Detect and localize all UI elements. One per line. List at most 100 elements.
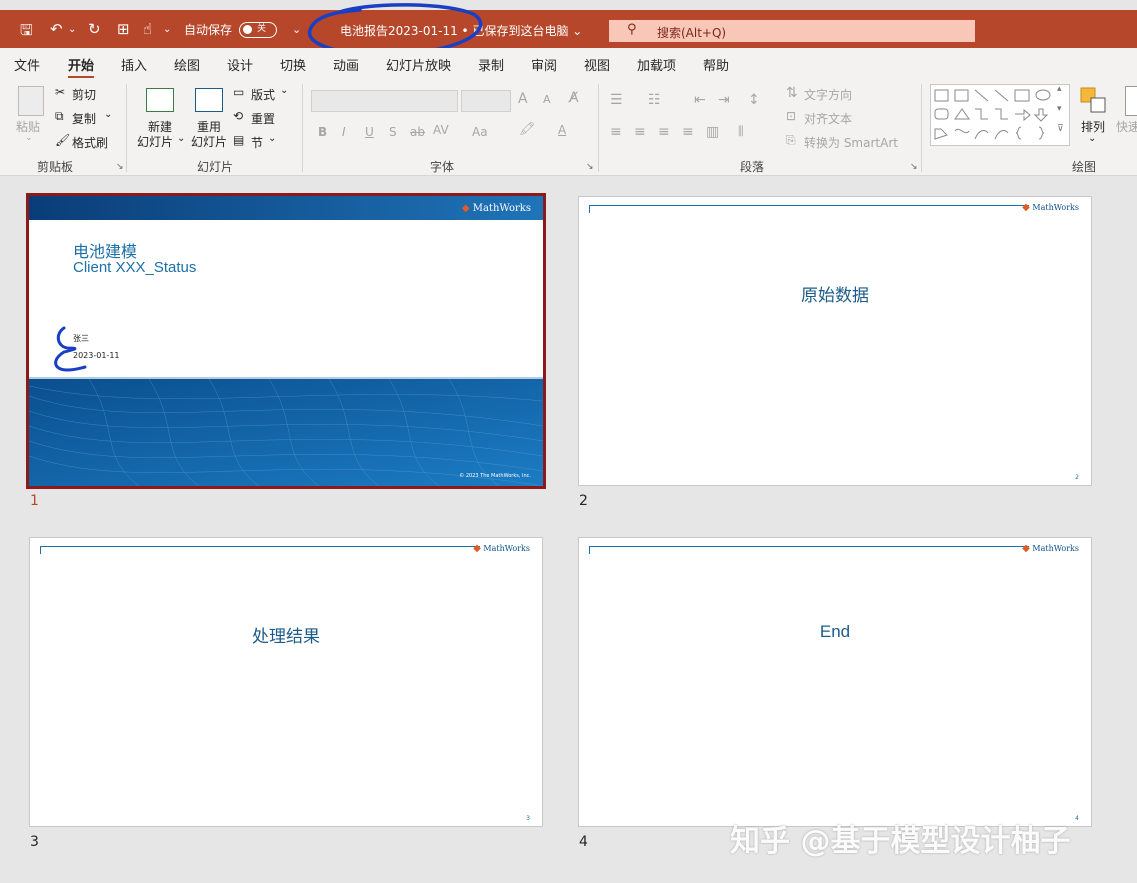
- format-painter-icon[interactable]: 🖌: [55, 133, 70, 147]
- paste-icon[interactable]: [18, 86, 44, 116]
- font-launcher-icon[interactable]: ↘: [586, 162, 594, 172]
- gallery-down-icon[interactable]: ▾: [1057, 104, 1062, 114]
- tab-slideshow[interactable]: 幻灯片放映: [386, 55, 451, 74]
- tab-record[interactable]: 录制: [478, 55, 504, 74]
- copy-button[interactable]: 复制: [72, 110, 96, 127]
- reset-icon[interactable]: ⟲: [233, 109, 243, 123]
- section-dropdown-icon[interactable]: ⌄: [268, 133, 276, 144]
- smartart-icon[interactable]: ⎘: [786, 133, 796, 148]
- highlight-icon[interactable]: 🖍: [519, 122, 536, 137]
- tab-help[interactable]: 帮助: [703, 55, 729, 74]
- layout-icon[interactable]: ▭: [233, 85, 244, 99]
- tab-review[interactable]: 审阅: [531, 55, 557, 74]
- align-text-icon[interactable]: ⊡: [786, 109, 796, 123]
- italic-button[interactable]: I: [342, 125, 346, 139]
- tab-animations[interactable]: 动画: [333, 55, 359, 74]
- justify-icon[interactable]: ≡: [682, 124, 694, 140]
- layout-button[interactable]: 版式: [251, 86, 275, 103]
- slide-thumbnail-4[interactable]: ◆ MathWorks End 4: [578, 537, 1092, 827]
- bold-button[interactable]: B: [318, 125, 327, 139]
- tab-draw[interactable]: 绘图: [174, 55, 200, 74]
- underline-button[interactable]: U: [365, 125, 374, 139]
- start-from-beginning-icon[interactable]: ⊞: [117, 20, 130, 38]
- search-box[interactable]: ⚲ 搜索(Alt+Q): [609, 20, 975, 42]
- reset-button[interactable]: 重置: [251, 110, 275, 127]
- cut-button[interactable]: 剪切: [72, 86, 96, 103]
- increase-indent-icon[interactable]: ⇥: [718, 92, 730, 108]
- decrease-indent-icon[interactable]: ⇤: [694, 92, 706, 108]
- bullets-icon[interactable]: ☰: [610, 92, 623, 108]
- section-button[interactable]: 节: [251, 134, 263, 151]
- slide-thumbnail-1[interactable]: ◆ MathWorks 电池建模 Client XXX_Status 张三 20…: [26, 193, 546, 489]
- shapes-gallery-icons: [934, 89, 1051, 140]
- text-direction-icon[interactable]: ⇅: [786, 85, 798, 101]
- align-center-icon[interactable]: ≡: [634, 124, 646, 140]
- touch-dropdown-icon[interactable]: ⌄: [163, 24, 171, 35]
- format-painter-button[interactable]: 格式刷: [72, 134, 108, 151]
- tab-transitions[interactable]: 切换: [280, 55, 306, 74]
- autosave-toggle[interactable]: 关: [239, 22, 277, 38]
- tab-insert[interactable]: 插入: [121, 55, 147, 74]
- strikethrough-button[interactable]: ab: [410, 125, 425, 139]
- layout-dropdown-icon[interactable]: ⌄: [280, 85, 288, 96]
- drawing-group-label: 绘图: [1072, 160, 1097, 174]
- clipboard-launcher-icon[interactable]: ↘: [116, 162, 124, 172]
- quick-styles-button[interactable]: 快速: [1116, 118, 1137, 135]
- undo-dropdown-icon[interactable]: ⌄: [68, 24, 76, 35]
- shapes-gallery[interactable]: [930, 84, 1070, 146]
- touch-mode-icon[interactable]: ☝: [143, 20, 152, 38]
- gallery-up-icon[interactable]: ▴: [1057, 84, 1062, 94]
- clear-formatting-icon[interactable]: A̸: [569, 90, 579, 106]
- tab-home[interactable]: 开始: [68, 55, 95, 79]
- align-text-button[interactable]: 对齐文本: [804, 110, 852, 127]
- new-slide-dropdown-icon[interactable]: ⌄: [177, 133, 185, 144]
- mathworks-logo: ◆ MathWorks: [473, 543, 530, 554]
- gallery-more-icon[interactable]: ⊽: [1057, 124, 1064, 134]
- tab-addins[interactable]: 加载项: [637, 55, 676, 74]
- font-size-combo[interactable]: [461, 90, 511, 112]
- align-left-icon[interactable]: ≡: [610, 124, 622, 140]
- line-spacing-icon[interactable]: ↕: [748, 92, 760, 108]
- section-icon[interactable]: ▤: [233, 133, 244, 147]
- clipboard-group-label: 剪贴板: [37, 160, 74, 174]
- copy-dropdown-icon[interactable]: ⌄: [104, 109, 112, 120]
- undo-icon[interactable]: ↶: [50, 20, 63, 38]
- mathworks-logo: ◆ MathWorks: [1022, 202, 1079, 213]
- tab-design[interactable]: 设计: [227, 55, 253, 74]
- convert-smartart-button[interactable]: 转换为 SmartArt: [804, 134, 898, 151]
- paragraph-launcher-icon[interactable]: ↘: [910, 162, 918, 172]
- quick-styles-icon[interactable]: [1125, 86, 1137, 116]
- align-right-icon[interactable]: ≡: [658, 124, 670, 140]
- new-slide-label-2[interactable]: 幻灯片: [137, 133, 173, 150]
- slide-thumbnail-3[interactable]: ◆ MathWorks 处理结果 3: [29, 537, 543, 827]
- redo-icon[interactable]: ↻: [88, 20, 101, 38]
- tab-view[interactable]: 视图: [584, 55, 610, 74]
- cut-icon[interactable]: ✂: [55, 85, 65, 99]
- distributed-icon[interactable]: ▥: [706, 124, 719, 140]
- change-case-button[interactable]: Aa: [472, 125, 488, 139]
- group-separator: [302, 84, 303, 172]
- tab-file[interactable]: 文件: [14, 55, 40, 74]
- slide-3-page-number: 3: [526, 815, 530, 822]
- numbering-icon[interactable]: ☷: [648, 92, 661, 108]
- paragraph-group-label: 段落: [740, 160, 765, 174]
- save-icon[interactable]: 🖫: [20, 20, 33, 45]
- arrange-dropdown-icon[interactable]: ⌄: [1088, 133, 1096, 144]
- paste-dropdown-icon[interactable]: ⌄: [25, 133, 33, 143]
- reuse-slides-label-2[interactable]: 幻灯片: [191, 133, 227, 150]
- text-direction-button[interactable]: 文字方向: [804, 86, 852, 103]
- char-spacing-button[interactable]: AV: [433, 123, 449, 137]
- columns-icon[interactable]: ⫼: [738, 124, 744, 139]
- reuse-slides-icon[interactable]: [195, 88, 223, 112]
- watermark: 知乎 @基于模型设计柚子: [730, 824, 1071, 859]
- font-color-button[interactable]: A: [558, 123, 566, 137]
- arrange-icon[interactable]: [1079, 86, 1109, 118]
- grow-font-button[interactable]: A: [518, 91, 528, 107]
- font-name-combo[interactable]: [311, 90, 458, 112]
- logo-text: MathWorks: [483, 544, 530, 553]
- shadow-button[interactable]: S: [389, 125, 397, 139]
- copy-icon[interactable]: ⧉: [55, 109, 64, 124]
- shrink-font-button[interactable]: A: [543, 93, 551, 106]
- slide-thumbnail-2[interactable]: ◆ MathWorks 原始数据 2: [578, 196, 1092, 486]
- new-slide-icon[interactable]: [146, 88, 174, 112]
